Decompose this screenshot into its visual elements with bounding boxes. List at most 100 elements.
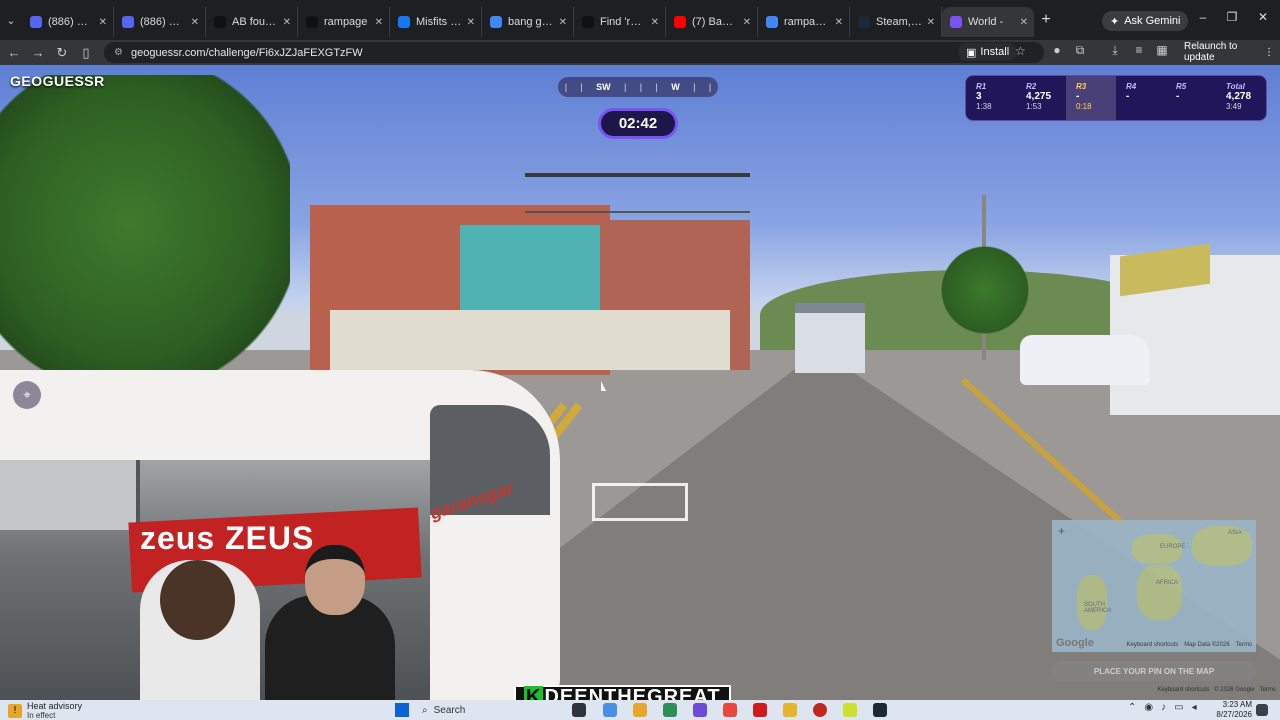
taskbar-app-icon[interactable]: [693, 703, 707, 717]
forward-icon[interactable]: →: [26, 45, 50, 60]
tab-close-icon[interactable]: ✕: [99, 17, 107, 28]
tree: [930, 245, 1040, 335]
compass-label: SW: [596, 82, 611, 92]
chevron-up-icon[interactable]: ⌃: [1128, 702, 1136, 713]
taskbar-app-icon[interactable]: [633, 703, 647, 717]
taskbar-app-icon[interactable]: [843, 703, 857, 717]
zoom-in-icon[interactable]: +: [1058, 524, 1065, 538]
keyboard-shortcuts-link[interactable]: Keyboard shortcuts: [1127, 642, 1179, 648]
move-crosshair: [592, 483, 688, 521]
network-icon[interactable]: ◉: [1144, 702, 1153, 713]
terms-link[interactable]: Terms: [1260, 687, 1276, 693]
browser-tab[interactable]: (886) Discord ✕: [114, 7, 206, 37]
extensions-puzzle-icon[interactable]: ⧉: [1073, 43, 1087, 57]
tab-close-icon[interactable]: ✕: [467, 17, 475, 28]
browser-tab[interactable]: rampage we ✕: [758, 7, 850, 37]
taskbar-app-icon[interactable]: [813, 703, 827, 717]
return-to-start-icon[interactable]: ⌖: [13, 381, 41, 409]
minimize-icon[interactable]: –: [1188, 10, 1218, 24]
tab-close-icon[interactable]: ✕: [191, 17, 199, 28]
round-score-r1: R1 3 1:38: [966, 76, 1016, 120]
side-panel-icon[interactable]: ▯: [74, 45, 98, 61]
webcam-person-head: [305, 545, 365, 615]
tab-close-icon[interactable]: ✕: [375, 17, 383, 28]
tab-close-icon[interactable]: ✕: [1020, 17, 1028, 28]
steam-icon[interactable]: [873, 703, 887, 717]
tab-label: World -: [968, 16, 1004, 28]
browser-tab[interactable]: bang getting ✕: [482, 7, 574, 37]
download-icon[interactable]: ⤓: [1108, 43, 1122, 57]
extension-icon[interactable]: ●: [1050, 43, 1064, 57]
browser-tab[interactable]: (886) Discord ✕: [22, 7, 114, 37]
file-explorer-icon[interactable]: [783, 703, 797, 717]
bookmark-star-icon[interactable]: ☆: [1015, 44, 1026, 58]
taskbar-app-icon[interactable]: [753, 703, 767, 717]
display-icon[interactable]: ▭: [1174, 702, 1183, 713]
round-time: 1:38: [976, 102, 992, 111]
volume-icon[interactable]: ◂: [1192, 702, 1197, 713]
compass: | | SW | | | W | |: [558, 77, 718, 97]
street-view-panorama[interactable]: sgaransgar GEOGUESSR | | SW | | | W | | …: [0, 65, 1280, 700]
taskbar-app-icon[interactable]: [663, 703, 677, 717]
tab-close-icon[interactable]: ✕: [283, 17, 291, 28]
notification-icon[interactable]: [1256, 704, 1268, 716]
install-app-button[interactable]: ▣ Install: [958, 43, 1018, 61]
close-window-icon[interactable]: ✕: [1248, 10, 1278, 24]
round-score: 4,278: [1226, 91, 1252, 102]
browser-tab[interactable]: Misfits Boxing ✕: [390, 7, 482, 37]
media-control-icon[interactable]: ≡: [1132, 43, 1146, 57]
keyboard-shortcuts-link[interactable]: Keyboard shortcuts: [1158, 687, 1210, 693]
truck: [795, 303, 865, 373]
tab-search-menu-icon[interactable]: ⌄: [0, 6, 22, 34]
taskbar-search[interactable]: ⌕ Search: [422, 703, 552, 718]
tab-label: AB found Rampage: [232, 16, 279, 28]
white-car: [1020, 335, 1150, 385]
tab-close-icon[interactable]: ✕: [743, 17, 751, 28]
tab-favicon-icon: [122, 16, 134, 28]
ask-gemini-button[interactable]: ✦ Ask Gemini: [1102, 11, 1189, 31]
browser-tab[interactable]: (7) Bang Wil ✕: [666, 7, 758, 37]
map-label: AFRICA: [1156, 580, 1179, 586]
geoguessr-logo[interactable]: GEOGUESSR: [10, 73, 105, 89]
tab-close-icon[interactable]: ✕: [651, 17, 659, 28]
tab-favicon-icon: [582, 16, 594, 28]
task-view-icon[interactable]: [572, 703, 586, 717]
tab-label: rampage we: [784, 16, 831, 28]
browser-tab[interactable]: Find 'rampage' ✕: [574, 7, 666, 37]
gemini-icon: ✦: [1110, 15, 1120, 28]
reload-icon[interactable]: ↻: [50, 45, 74, 61]
place-pin-button[interactable]: PLACE YOUR PIN ON THE MAP: [1052, 661, 1256, 681]
profile-icon[interactable]: ▦: [1155, 43, 1169, 57]
tab-close-icon[interactable]: ✕: [835, 17, 843, 28]
chrome-icon[interactable]: [723, 703, 737, 717]
tab-close-icon[interactable]: ✕: [927, 17, 935, 28]
round-score: -: [1076, 91, 1080, 102]
tab-close-icon[interactable]: ✕: [559, 17, 567, 28]
terms-link[interactable]: Terms: [1236, 642, 1252, 648]
maximize-icon[interactable]: ❐: [1217, 10, 1247, 24]
browser-tab[interactable]: rampage ✕: [298, 7, 390, 37]
browser-tab[interactable]: Steam, The Ul ✕: [850, 7, 942, 37]
webcam-person-head: [160, 560, 235, 640]
taskbar-app-icon[interactable]: [603, 703, 617, 717]
windows-start-icon[interactable]: [395, 703, 409, 717]
taskbar-clock[interactable]: 3:23 AM 8/27/2026: [1210, 700, 1252, 720]
map-label: EUROPE: [1160, 544, 1186, 550]
clock-date: 8/27/2026: [1216, 710, 1252, 719]
kebab-menu-icon[interactable]: ⋮: [1264, 47, 1274, 58]
tree: [0, 75, 290, 405]
browser-tab[interactable]: World - ✕: [942, 7, 1034, 37]
compass-tick: |: [639, 82, 643, 92]
round-score-total: Total 4,278 3:49: [1216, 76, 1266, 120]
guess-minimap[interactable]: + ASIA EUROPE AFRICA SOUTH AMERICA Googl…: [1052, 520, 1256, 652]
weather-widget[interactable]: ! Heat advisory In effect: [8, 701, 82, 720]
back-icon[interactable]: ←: [2, 45, 26, 60]
address-bar[interactable]: ⚙ geoguessr.com/challenge/Fi6xJZJaFEXGTz…: [104, 42, 1044, 63]
round-time: 3:49: [1226, 102, 1242, 111]
relaunch-button[interactable]: Relaunch to update ⋮: [1178, 41, 1280, 63]
browser-tab[interactable]: AB found Rampage ✕: [206, 7, 298, 37]
microphone-icon[interactable]: ♪: [1161, 702, 1166, 713]
site-info-icon[interactable]: ⚙: [114, 47, 123, 58]
new-tab-button[interactable]: +: [1034, 11, 1058, 29]
weather-subtitle: In effect: [27, 711, 56, 720]
